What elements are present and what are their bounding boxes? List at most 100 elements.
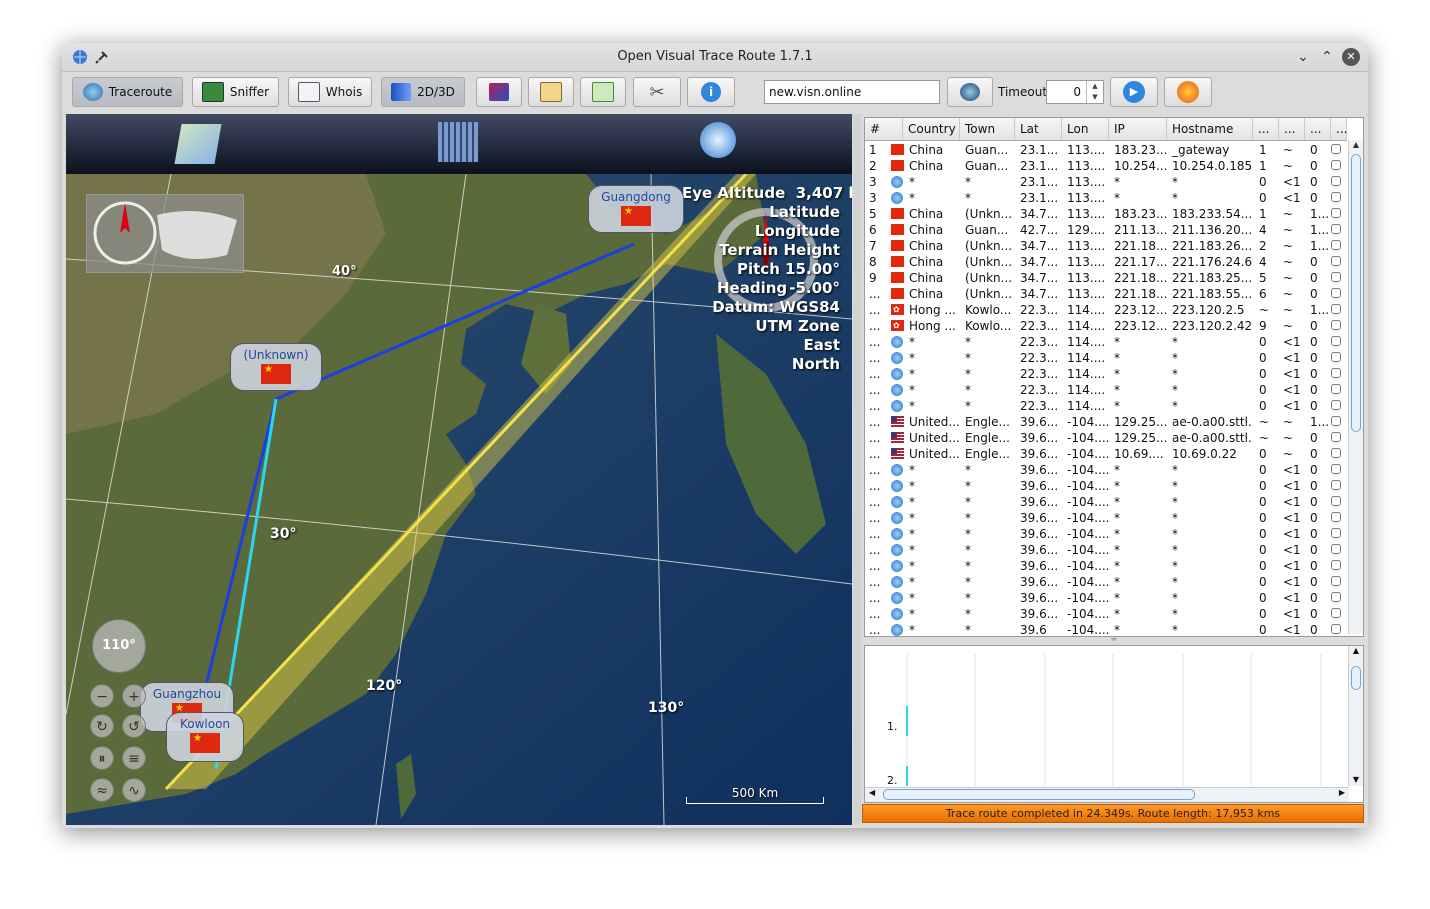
row-checkbox[interactable] [1331, 160, 1341, 170]
table-row[interactable]: ... * * 22.3... 114.... * * 0 <1 0 [865, 334, 1347, 350]
column-header[interactable]: Hostname [1167, 118, 1253, 140]
row-checkbox[interactable] [1331, 592, 1341, 602]
row-checkbox[interactable] [1331, 352, 1341, 362]
exaggerate-up-button[interactable]: ≈ [90, 778, 114, 802]
table-row[interactable]: ... United... Engle... 39.6... -104.... 10.69… [865, 446, 1347, 462]
row-checkbox[interactable] [1331, 448, 1341, 458]
table-row[interactable]: ... * * 39.6... -104.... * * 0 <1 0 [865, 606, 1347, 622]
row-checkbox[interactable] [1331, 544, 1341, 554]
row-checkbox[interactable] [1331, 176, 1341, 186]
whois-button[interactable]: Whois [288, 77, 372, 107]
column-header[interactable]: ... [1331, 118, 1347, 140]
table-row[interactable]: 5 China (Unkn... 34.7... 113.... 183.23... 183… [865, 206, 1347, 222]
column-header[interactable]: Lat [1015, 118, 1062, 140]
graph-hscroll[interactable]: ◀ ▶ [865, 787, 1349, 802]
marker-unknown[interactable]: (Unknown) [230, 343, 322, 391]
rotate-left-button[interactable]: ↻ [90, 714, 114, 738]
table-row[interactable]: ... United... Engle... 39.6... -104.... 129.2… [865, 430, 1347, 446]
mode-2d3d-button[interactable]: 2D/3D [381, 77, 465, 107]
layers-icon[interactable] [174, 124, 222, 164]
table-row[interactable]: ... * * 22.3... 114.... * * 0 <1 0 [865, 366, 1347, 382]
marker-kowloon[interactable]: Kowloon [166, 712, 244, 762]
row-checkbox[interactable] [1331, 464, 1341, 474]
traceroute-button[interactable]: Traceroute [72, 77, 183, 107]
table-row[interactable]: ... * * 22.3... 114.... * * 0 <1 0 [865, 350, 1347, 366]
table-row[interactable]: ... * * 39.6... -104.... * * 0 <1 0 [865, 574, 1347, 590]
row-checkbox[interactable] [1331, 416, 1341, 426]
tilt-up-button[interactable]: ⏸ [90, 746, 114, 770]
row-checkbox[interactable] [1331, 304, 1341, 314]
table-row[interactable]: 6 China Guan... 42.7... 129.... 211.13... 211.… [865, 222, 1347, 238]
row-checkbox[interactable] [1331, 192, 1341, 202]
timeout-spinner[interactable]: 0 ▲ ▼ [1046, 80, 1104, 104]
table-row[interactable]: ... * * 39.6 -104.... * * 0 <1 0 [865, 622, 1347, 636]
horizontal-splitter[interactable]: ═ [862, 636, 1366, 644]
table-row[interactable]: 8 China (Unkn... 34.7... 113.... 221.17... 221… [865, 254, 1347, 270]
table-row[interactable]: ... * * 39.6... -104.... * * 0 <1 0 [865, 510, 1347, 526]
row-checkbox[interactable] [1331, 208, 1341, 218]
table-row[interactable]: ... * * 39.6... -104.... * * 0 <1 0 [865, 526, 1347, 542]
world-overview-inset[interactable] [86, 194, 244, 273]
column-header[interactable]: ... [1279, 118, 1305, 140]
table-row[interactable]: ... United... Engle... 39.6... -104.... 129.2… [865, 414, 1347, 430]
tilt-down-button[interactable]: ≡ [122, 746, 146, 770]
clipboard-button[interactable] [528, 77, 574, 107]
row-checkbox[interactable] [1331, 608, 1341, 618]
column-header[interactable]: Town [960, 118, 1015, 140]
world-map-view[interactable]: Eye Altitude 3,407 km Latitude Longitude… [66, 114, 852, 825]
host-input[interactable]: new.visn.online [764, 80, 940, 104]
row-checkbox[interactable] [1331, 288, 1341, 298]
row-checkbox[interactable] [1331, 256, 1341, 266]
hops-table[interactable]: # Country Town Lat Lon IP Hostname............… [864, 117, 1364, 637]
marker-guangdong[interactable]: Guangdong [588, 185, 684, 233]
row-checkbox[interactable] [1331, 384, 1341, 394]
row-checkbox[interactable] [1331, 512, 1341, 522]
table-row[interactable]: ... * * 39.6... -104.... * * 0 <1 0 [865, 494, 1347, 510]
table-row[interactable]: 7 China (Unkn... 34.7... 113.... 221.18... 221… [865, 238, 1347, 254]
export-button[interactable] [580, 77, 626, 107]
network-interface-button[interactable] [1164, 77, 1212, 107]
scroll-up-icon[interactable]: ▲ [1349, 140, 1363, 149]
row-checkbox[interactable] [1331, 144, 1341, 154]
table-row[interactable]: 3 * * 23.1... 113.... * * 0 <1 0 [865, 190, 1347, 206]
table-row[interactable]: 9 China (Unkn... 34.7... 113.... 221.18... 221… [865, 270, 1347, 286]
graph-vscroll[interactable]: ▲ ▼ [1348, 646, 1363, 786]
row-checkbox[interactable] [1331, 480, 1341, 490]
row-checkbox[interactable] [1331, 272, 1341, 282]
column-header[interactable]: ... [1253, 118, 1279, 140]
table-row[interactable]: ... * * 39.6... -104.... * * 0 <1 0 [865, 478, 1347, 494]
column-header[interactable]: IP [1109, 118, 1167, 140]
row-checkbox[interactable] [1331, 624, 1341, 634]
globe-layer-icon[interactable] [700, 122, 736, 158]
row-checkbox[interactable] [1331, 400, 1341, 410]
column-header[interactable]: ... [1305, 118, 1331, 140]
table-row[interactable]: 2 China Guan... 23.1... 113.... 10.254... 10.2… [865, 158, 1347, 174]
rotate-right-button[interactable]: ↺ [122, 714, 146, 738]
column-header[interactable]: Lon [1062, 118, 1109, 140]
sniffer-button[interactable]: Sniffer [192, 77, 279, 107]
table-row[interactable]: ... Hong ... Kowlo... 22.3... 114.... 223.12.… [865, 302, 1347, 318]
scroll-thumb[interactable] [1351, 154, 1361, 432]
zoom-out-button[interactable]: − [90, 684, 114, 708]
table-row[interactable]: ... China (Unkn... 34.7... 113.... 221.18... 2… [865, 286, 1347, 302]
row-checkbox[interactable] [1331, 576, 1341, 586]
row-checkbox[interactable] [1331, 224, 1341, 234]
settings-button[interactable]: ✂ [633, 77, 681, 107]
row-checkbox[interactable] [1331, 528, 1341, 538]
row-checkbox[interactable] [1331, 496, 1341, 506]
maximize-button[interactable]: ⌃ [1318, 48, 1336, 66]
table-row[interactable]: ... Hong ... Kowlo... 22.3... 114.... 223.12.… [865, 318, 1347, 334]
row-checkbox[interactable] [1331, 368, 1341, 378]
start-trace-button[interactable]: ▶ [1110, 77, 1158, 107]
column-header[interactable]: # [865, 118, 903, 140]
row-checkbox[interactable] [1331, 432, 1341, 442]
table-row[interactable]: ... * * 39.6... -104.... * * 0 <1 0 [865, 590, 1347, 606]
spinner-arrows-icon[interactable]: ▲ ▼ [1086, 81, 1103, 103]
table-row[interactable]: 3 * * 23.1... 113.... * * 0 <1 0 [865, 174, 1347, 190]
table-row[interactable]: ... * * 22.3... 114.... * * 0 <1 0 [865, 398, 1347, 414]
column-header[interactable]: Country [903, 118, 960, 140]
minimize-button[interactable]: ⌄ [1294, 48, 1312, 66]
table-row[interactable]: ... * * 39.6... -104.... * * 0 <1 0 [865, 462, 1347, 478]
row-checkbox[interactable] [1331, 336, 1341, 346]
close-button[interactable]: ✕ [1342, 48, 1360, 66]
